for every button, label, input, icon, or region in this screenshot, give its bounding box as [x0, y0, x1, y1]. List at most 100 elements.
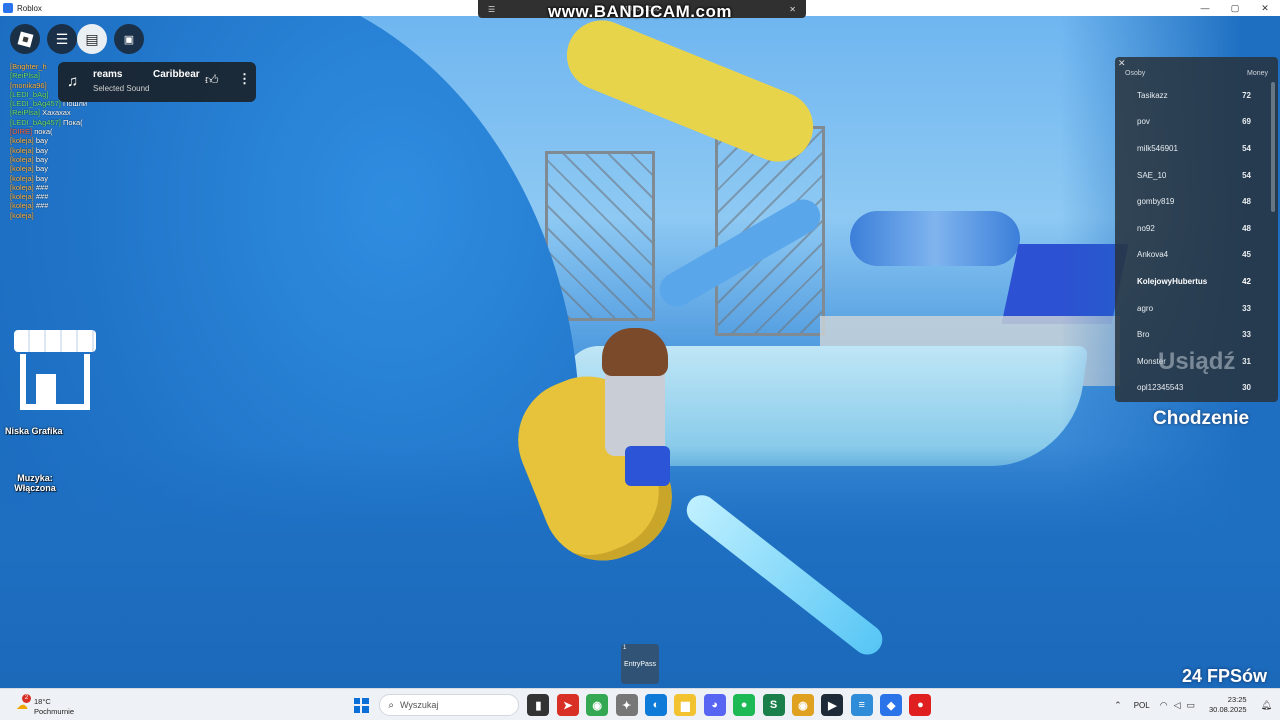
chat-username[interactable]: [LEDI_bAg]: [10, 90, 48, 99]
leaderboard-row[interactable]: agro 33: [1115, 295, 1278, 322]
blue-slide-tube: [850, 211, 1020, 266]
language-indicator[interactable]: POL: [1134, 701, 1150, 710]
hotbar-slot-number: 1: [623, 645, 627, 651]
thumbs-up-icon[interactable]: 👍︎: [205, 72, 219, 88]
chat-username[interactable]: [koleja]: [10, 155, 34, 164]
more-options-icon[interactable]: ⋮: [238, 71, 251, 87]
chat-username[interactable]: [ReiPlsa]: [10, 108, 40, 117]
roblox-icon[interactable]: ◆: [880, 694, 903, 716]
arrow-app-icon[interactable]: ➤: [556, 694, 579, 716]
chat-message: [koleja] bay: [10, 164, 110, 173]
chat-username[interactable]: [koleja]: [10, 211, 34, 220]
leaderboard-row[interactable]: Ankova4 45: [1115, 242, 1278, 269]
chat-text: Пока(: [62, 117, 83, 127]
leaderboard-row[interactable]: KolejowyHubertus 42: [1115, 268, 1278, 295]
chevron-up-icon[interactable]: ⌃: [1114, 700, 1122, 711]
terminal-icon[interactable]: ▶: [821, 694, 844, 716]
app-icon[interactable]: ✦: [615, 694, 638, 716]
wifi-icon[interactable]: ◠: [1160, 700, 1168, 711]
windows-taskbar: 2 ☁ 18°C Pochmurnie ⌕ Wyszukaj ▮ ➤ ◉ ✦ ◐ ▆ ◕ ● S…: [0, 688, 1280, 720]
clock[interactable]: 23:25 30.08.2025: [1209, 695, 1247, 715]
spotify-icon[interactable]: ●: [733, 694, 756, 716]
leaderboard-row[interactable]: pov 69: [1115, 109, 1278, 136]
chat-username[interactable]: [koleja]: [10, 146, 34, 155]
system-tray: ⌃ POL ◠ ◁ ▭ 23:25 30.08.2025 🔔︎: [1114, 689, 1280, 720]
chrome-icon[interactable]: ◉: [586, 694, 609, 716]
volume-icon[interactable]: ◁: [1174, 700, 1181, 711]
folder-icon[interactable]: ▆: [674, 694, 697, 716]
chat-username[interactable]: [koleja]: [10, 192, 34, 201]
chat-username[interactable]: [DIRE]: [10, 127, 32, 136]
chat-message: [koleja] bay: [10, 136, 110, 145]
player-name: Bro: [1137, 330, 1150, 340]
chat-message: [DIRE] пока(: [10, 127, 110, 136]
leaderboard-row[interactable]: milk546901 54: [1115, 135, 1278, 162]
battery-icon[interactable]: ▭: [1187, 700, 1196, 711]
chat-username[interactable]: [Brighter_h: [10, 62, 47, 71]
app2-icon[interactable]: S: [762, 694, 785, 716]
search-placeholder: Wyszukaj: [400, 700, 439, 710]
shop-door-icon: [36, 374, 56, 410]
music-toggle[interactable]: Muzyka: Włączona: [10, 473, 60, 493]
player-name: opl12345543: [1137, 383, 1184, 393]
hotbar-slot-entrypass[interactable]: 1 EntryPass: [621, 644, 659, 684]
chat-text: bay: [35, 173, 48, 183]
chat-text: bay: [35, 136, 48, 146]
player-money: 48: [1242, 197, 1251, 207]
sound-panel: ♫ reams Caribbear Selected Sound 👍︎ ⋮: [58, 62, 256, 102]
chat-username[interactable]: [koleja]: [10, 183, 34, 192]
chat-text: bay: [35, 154, 48, 164]
file-icon[interactable]: ▮: [527, 694, 550, 716]
console-button[interactable]: ▣: [114, 24, 144, 54]
chat-username[interactable]: [LEDI_bAg457]: [10, 118, 61, 127]
record-icon[interactable]: ●: [909, 694, 932, 716]
player-character-head: [602, 328, 668, 376]
sound-track-left: reams: [93, 69, 123, 80]
hamburger-menu-button[interactable]: ☰: [47, 24, 77, 54]
console-icon: ▣: [123, 33, 135, 46]
chrome2-icon[interactable]: ◉: [791, 694, 814, 716]
chat-username[interactable]: [LEDI_bAg457]: [10, 99, 61, 108]
hamburger-icon: ☰: [55, 30, 69, 47]
notepad-icon[interactable]: ≡: [850, 694, 873, 716]
leaderboard-row[interactable]: Tasikazz 72: [1115, 82, 1278, 109]
shop-awning-icon: [14, 330, 96, 352]
clock-time: 23:25: [1227, 695, 1247, 704]
leaderboard-row[interactable]: SAE_10 54: [1115, 162, 1278, 189]
leaderboard-row[interactable]: Bro 33: [1115, 321, 1278, 348]
walk-mode-button[interactable]: Chodzenie: [1153, 408, 1249, 430]
shop-button[interactable]: [14, 330, 96, 412]
notifications-icon[interactable]: 🔔︎: [1261, 700, 1272, 711]
game-viewport[interactable]: [0, 16, 1280, 688]
sound-track-right: Caribbear: [153, 69, 200, 80]
leaderboard-row[interactable]: gomby819 48: [1115, 188, 1278, 215]
sit-button[interactable]: Usiądź: [1158, 348, 1235, 376]
low-graphics-toggle[interactable]: Niska Grafika: [5, 426, 63, 436]
chat-username[interactable]: [koleja]: [10, 174, 34, 183]
player-money: 54: [1242, 143, 1251, 153]
leaderboard-row[interactable]: no92 48: [1115, 215, 1278, 242]
chat-message: [ReiPlsa] Хахахах: [10, 108, 110, 117]
leaderboard-row[interactable]: opl12345543 30: [1115, 375, 1278, 402]
chat-username[interactable]: [koleja]: [10, 164, 34, 173]
taskbar-search[interactable]: ⌕ Wyszukaj: [379, 694, 520, 716]
recorder-watermark: www.BANDICAM.com: [548, 2, 732, 21]
chat-username[interactable]: [koleja]: [10, 136, 34, 145]
chat-username[interactable]: [koleja]: [10, 201, 34, 210]
roblox-menu-button[interactable]: [10, 24, 40, 54]
chat-username[interactable]: [ReiPlsa]: [10, 71, 40, 80]
chat-text: ###: [35, 201, 49, 211]
chat-text: пока(: [34, 127, 53, 137]
start-button[interactable]: [350, 694, 372, 716]
chat-toggle-button[interactable]: ▤: [77, 24, 107, 54]
player-money: 30: [1242, 383, 1251, 393]
discord-icon[interactable]: ◕: [703, 694, 726, 716]
pinned-apps: ▮ ➤ ◉ ✦ ◐ ▆ ◕ ● S ◉ ▶ ≡ ◆ ●: [527, 694, 938, 716]
player-money: 45: [1242, 250, 1251, 260]
chat-message: [koleja] ###: [10, 192, 110, 201]
cloud-icon: ☁: [16, 698, 28, 712]
leaderboard-close-icon[interactable]: ✕: [1118, 58, 1126, 69]
chat-username[interactable]: [monika96]: [10, 81, 47, 90]
player-money: 72: [1242, 90, 1251, 100]
edge-icon[interactable]: ◐: [644, 694, 667, 716]
